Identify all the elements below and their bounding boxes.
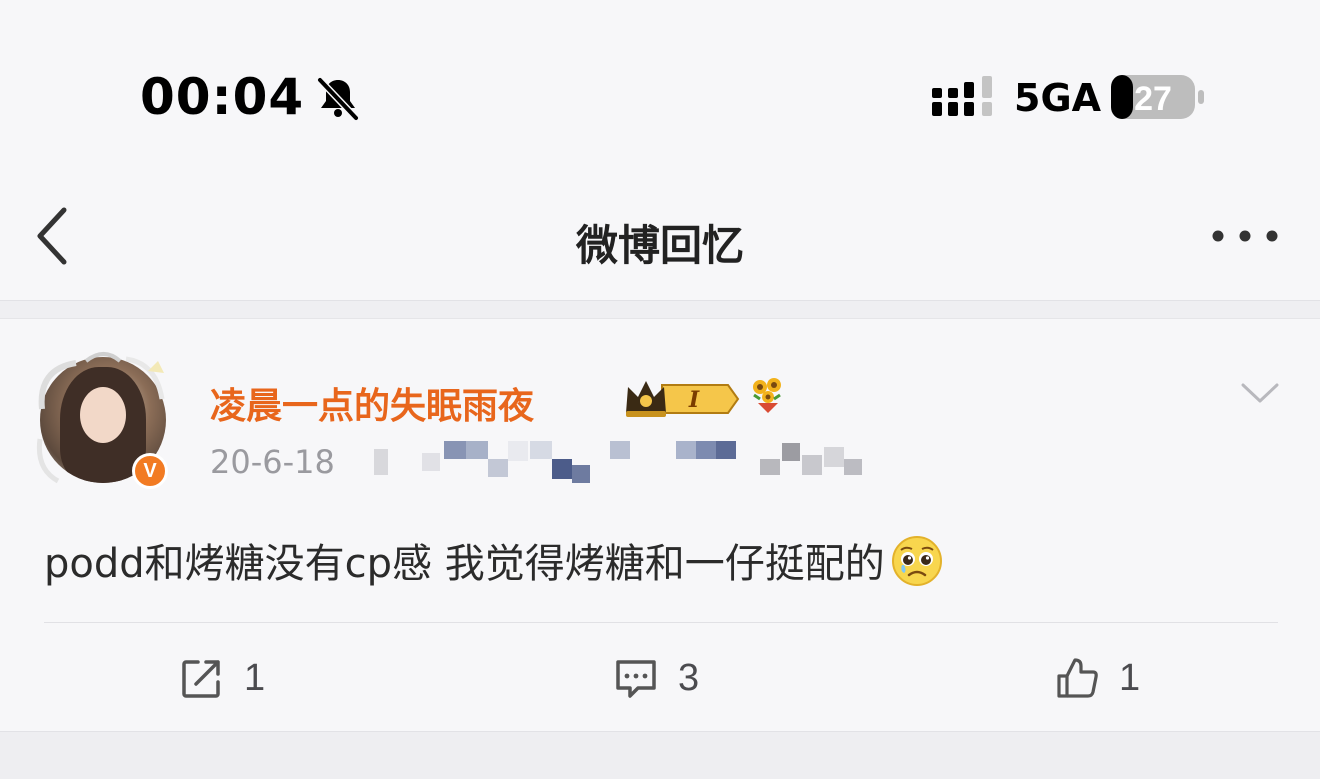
share-icon bbox=[182, 660, 220, 698]
like-count: 1 bbox=[1119, 656, 1141, 699]
section-divider bbox=[0, 300, 1320, 318]
card-divider bbox=[44, 622, 1278, 623]
post-text-content: podd和烤糖没有cp感 我觉得烤糖和一仔挺配的 bbox=[44, 541, 885, 587]
status-time: 00:04 bbox=[140, 68, 305, 126]
post-card[interactable]: V 凌晨一点的失眠雨夜 I 20-6-18 podd和烤糖没有cp感 我觉得烤糖… bbox=[0, 318, 1320, 731]
chevron-down-icon[interactable] bbox=[1240, 381, 1280, 405]
comment-button[interactable]: 3 bbox=[614, 653, 699, 703]
signal-icon bbox=[932, 76, 992, 116]
sunflower-bouquet-icon bbox=[753, 378, 781, 413]
thumbs-up-icon bbox=[1057, 658, 1098, 698]
post-text[interactable]: podd和烤糖没有cp感 我觉得烤糖和一仔挺配的 bbox=[44, 531, 943, 589]
crown-level-badge[interactable]: I bbox=[622, 375, 740, 421]
more-horizontal-icon[interactable] bbox=[1210, 226, 1280, 246]
username[interactable]: 凌晨一点的失眠雨夜 bbox=[210, 377, 534, 429]
repost-count: 1 bbox=[244, 656, 266, 699]
post-date: 20-6-18 bbox=[210, 443, 335, 481]
bell-slash-icon bbox=[317, 77, 359, 121]
repost-button[interactable]: 1 bbox=[180, 653, 265, 703]
network-type: 5GA bbox=[1014, 76, 1102, 120]
status-bar: 00:04 5GA 27 bbox=[0, 0, 1320, 190]
battery-icon: 27 bbox=[1111, 75, 1204, 119]
nav-bar: 微博回忆 bbox=[0, 190, 1320, 300]
page-title: 微博回忆 bbox=[575, 221, 744, 270]
verified-v-badge: V bbox=[132, 453, 168, 489]
comment-count: 3 bbox=[678, 656, 700, 699]
bottom-section-divider bbox=[0, 731, 1320, 779]
pleading-face-icon bbox=[891, 536, 942, 586]
like-button[interactable]: 1 bbox=[1055, 653, 1140, 703]
blurred-source-info bbox=[374, 441, 862, 483]
battery-level: 27 bbox=[1134, 80, 1172, 118]
avatar[interactable]: V bbox=[36, 349, 172, 489]
weibo-memory-page: 00:04 5GA 27 微博回忆 V 凌晨一点的失眠雨夜 I 20-6-18 … bbox=[0, 0, 1320, 779]
crown-level: I bbox=[688, 387, 700, 413]
comment-icon bbox=[616, 660, 656, 698]
